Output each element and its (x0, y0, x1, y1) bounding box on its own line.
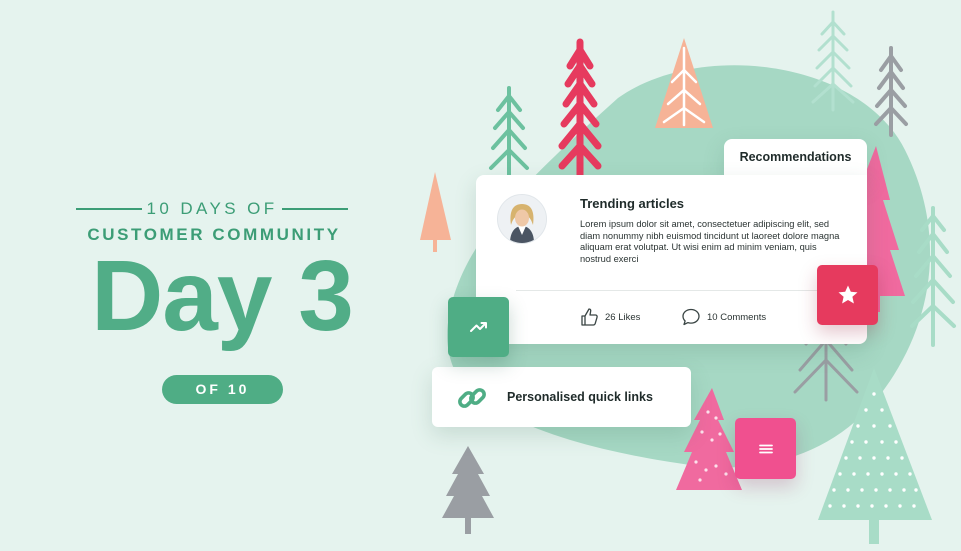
comment-icon (682, 308, 700, 326)
trending-up-icon (469, 322, 487, 332)
eyebrow-text: 10 DAYS OF (146, 199, 278, 218)
link-icon (458, 388, 486, 408)
thumbs-up-icon (581, 308, 598, 326)
mint-tree-top (811, 10, 855, 112)
likes-count: 26 Likes (605, 311, 641, 323)
avatar-image (498, 195, 546, 243)
menu-button[interactable] (735, 418, 796, 479)
star-icon (838, 285, 857, 304)
grey-tree-bottom (442, 446, 494, 534)
grey-tree-top (874, 46, 908, 137)
recommendations-tab-label: Recommendations (739, 150, 852, 164)
peach-tree-left (420, 172, 451, 252)
red-tree-top (558, 38, 602, 182)
trending-button[interactable] (448, 297, 509, 357)
comments-button[interactable]: 10 Comments (681, 306, 766, 328)
eyebrow-row: 10 DAYS OF (76, 198, 348, 220)
card-divider (516, 290, 866, 291)
green-tree-top (489, 86, 529, 180)
page-title: Day 3 (91, 240, 354, 352)
article-body: Lorem ipsum dolor sit amet, consectetuer… (580, 219, 840, 264)
quick-links-label: Personalised quick links (507, 390, 653, 404)
comments-count: 10 Comments (707, 311, 767, 323)
eyebrow-line-right (282, 208, 348, 210)
menu-icon (758, 444, 773, 453)
favorite-button[interactable] (817, 265, 878, 325)
likes-button[interactable]: 26 Likes (579, 306, 640, 328)
article-title[interactable]: Trending articles (580, 196, 684, 211)
eyebrow-line-left (76, 208, 142, 210)
of-badge: OF 10 (162, 375, 283, 404)
avatar (497, 194, 547, 244)
